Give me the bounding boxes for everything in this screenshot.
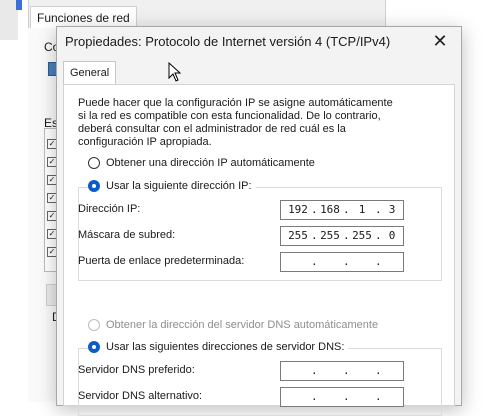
ip-dot: . [311, 255, 318, 268]
dialog-titlebar[interactable]: Propiedades: Protocolo de Internet versi… [57, 27, 461, 55]
dns-preferred-row: Servidor DNS preferido: . . . [78, 361, 408, 381]
ip-octet: 192 [288, 203, 308, 216]
close-button[interactable]: ✕ [425, 29, 455, 53]
ip-dot: . [375, 364, 382, 377]
subnet-row: Máscara de subred: 255 . 255 . 255 . 0 [78, 226, 408, 246]
ip-octet: 255 [288, 229, 308, 242]
dns-alternate-row: Servidor DNS alternativo: . . . [78, 387, 408, 407]
ip-dot: . [343, 364, 350, 377]
description-text: Puede hacer que la configuración IP se a… [78, 97, 393, 148]
tcpipv4-properties-dialog: Propiedades: Protocolo de Internet versi… [56, 26, 462, 416]
ip-octet: 0 [388, 229, 396, 242]
ip-auto-radio[interactable] [88, 157, 100, 169]
ip-address-label: Dirección IP: [78, 203, 141, 215]
ip-manual-option[interactable]: Usar la siguiente dirección IP: [88, 178, 256, 194]
tab-general[interactable]: General [63, 61, 117, 84]
subnet-label: Máscara de subred: [78, 229, 176, 241]
ip-dot: . [311, 390, 318, 403]
background-desktop-strip [0, 0, 22, 40]
dns-preferred-input[interactable]: . . . [280, 361, 404, 381]
gateway-input[interactable]: . . . [280, 252, 404, 272]
desktop-icon-edge [16, 0, 22, 10]
dns-manual-radio[interactable] [88, 341, 100, 353]
subnet-mask-input[interactable]: 255 . 255 . 255 . 0 [280, 226, 404, 246]
mouse-pointer-icon [168, 62, 182, 82]
ip-auto-label: Obtener una dirección IP automáticamente [106, 157, 315, 169]
gateway-label: Puerta de enlace predeterminada: [78, 255, 245, 267]
ip-octet: 255 [352, 229, 372, 242]
ip-manual-radio[interactable] [88, 180, 100, 192]
ip-manual-label: Usar la siguiente dirección IP: [106, 180, 252, 192]
dns-auto-radio[interactable] [88, 319, 100, 331]
ip-octet: 1 [358, 203, 366, 216]
ip-address-row: Dirección IP: 192 . 168 . 1 . 3 [78, 200, 408, 220]
ip-dot: . [343, 255, 350, 268]
dns-manual-label: Usar las siguientes direcciones de servi… [106, 341, 345, 353]
close-icon: ✕ [432, 31, 448, 51]
ip-octet: 255 [320, 229, 340, 242]
ip-octet: 3 [388, 203, 396, 216]
ip-address-input[interactable]: 192 . 168 . 1 . 3 [280, 200, 404, 220]
general-panel: Puede hacer que la configuración IP se a… [63, 84, 455, 416]
dns-auto-option[interactable]: Obtener la dirección del servidor DNS au… [88, 317, 378, 333]
dns-auto-label: Obtener la dirección del servidor DNS au… [106, 319, 379, 331]
ip-dot: . [343, 390, 350, 403]
dns-alternate-label: Servidor DNS alternativo: [78, 390, 203, 402]
dns-preferred-label: Servidor DNS preferido: [78, 364, 195, 376]
dns-manual-option[interactable]: Usar las siguientes direcciones de servi… [88, 339, 349, 355]
dns-alternate-input[interactable]: . . . [280, 387, 404, 407]
ip-octet: 168 [320, 203, 340, 216]
ip-dot: . [311, 364, 318, 377]
ip-dot: . [375, 390, 382, 403]
ip-dot: . [375, 255, 382, 268]
gateway-row: Puerta de enlace predeterminada: . . . [78, 252, 408, 272]
ip-auto-option[interactable]: Obtener una dirección IP automáticamente [88, 155, 315, 171]
tab-strip: General [63, 61, 117, 84]
dialog-title: Propiedades: Protocolo de Internet versi… [65, 34, 391, 49]
